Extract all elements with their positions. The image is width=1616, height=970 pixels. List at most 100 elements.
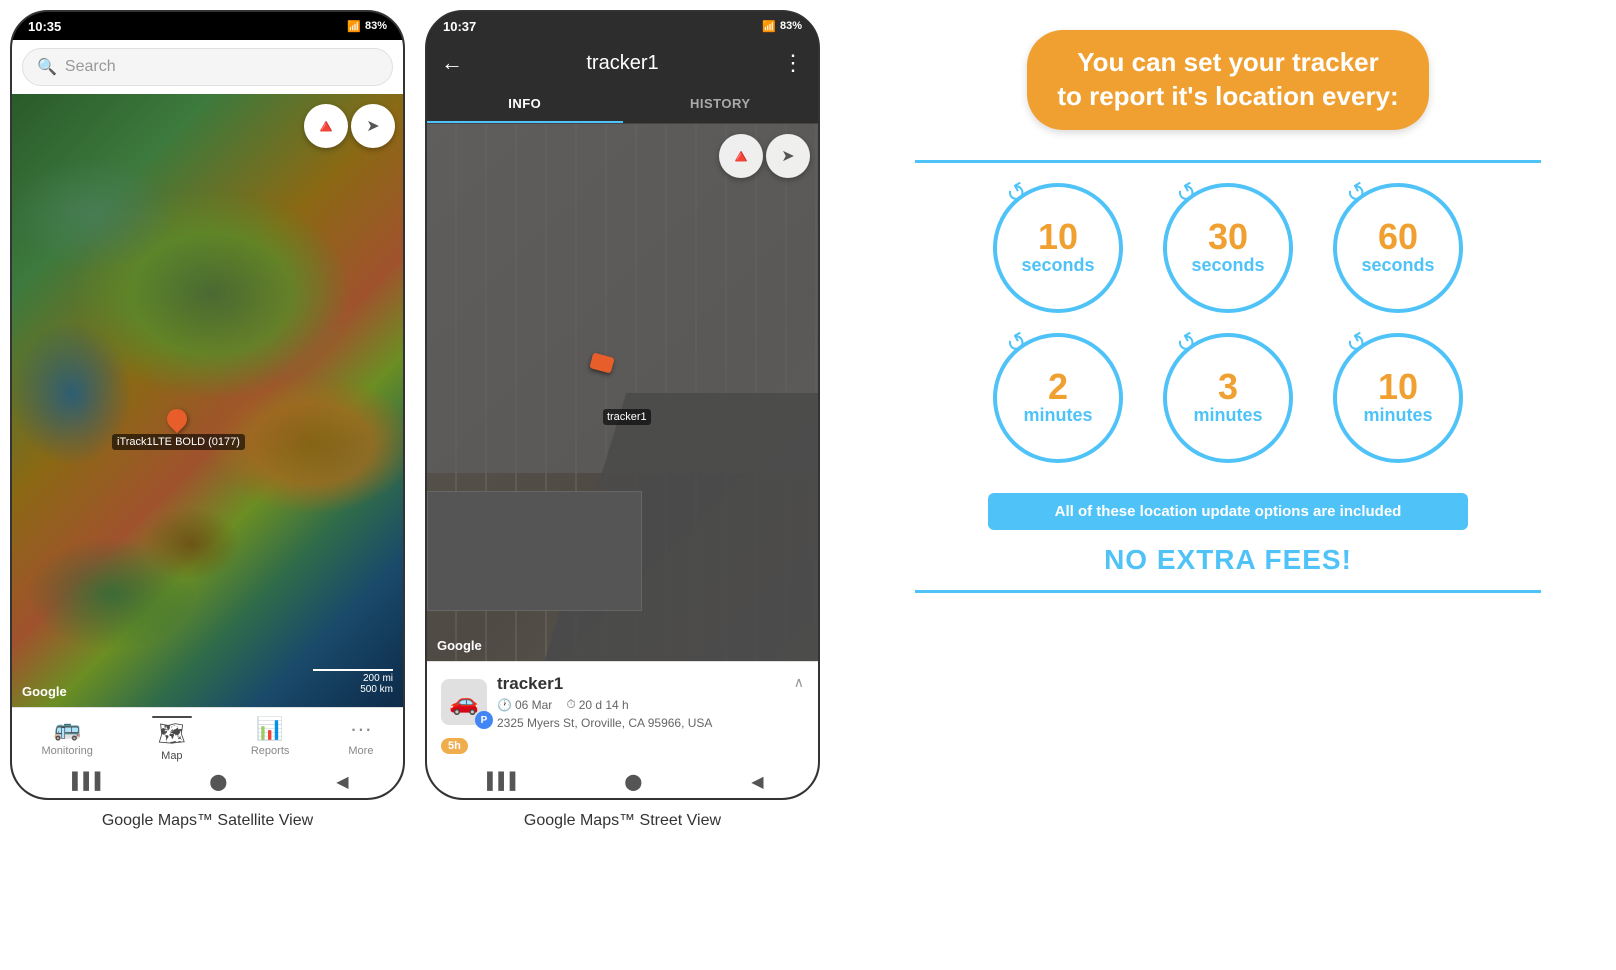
satellite-map[interactable]: 🔺 ➤ iTrack1LTE BOLD (0177) Google 200 mi… [12,94,403,707]
search-input-box[interactable]: 🔍 Search [22,48,393,86]
meta-duration: ⏱ 20 d 14 h [566,697,628,712]
unit-3m: minutes [1193,405,1262,427]
compass-button[interactable]: 🔺 [304,104,348,148]
top-blue-line [915,160,1541,163]
sys-back[interactable]: ▐▐▐ [66,773,100,791]
tracker-pin [163,405,191,433]
tracker-text-info: tracker1 🕐 06 Mar ⏱ 20 d 14 h 2325 My [497,674,712,730]
nav-monitoring[interactable]: 🚌 Monitoring [42,716,93,762]
date-value: 06 Mar [515,698,552,712]
left-status-bar: 10:35 📶 83% [12,12,403,40]
google-logo-left: Google [22,684,67,699]
duration-value: 20 d 14 h [579,698,629,712]
arrow-10s: ↺ [1001,176,1033,211]
tracker-label-on-map: tracker1 [603,409,651,425]
sys-recent-r[interactable]: ◀ [751,772,763,792]
nav-more[interactable]: ··· More [348,716,373,762]
compass-icon-2: 🔺 [729,144,754,169]
scale-line [313,669,393,671]
tracker-app-title: tracker1 [586,52,658,75]
nav-map-label: Map [161,750,182,762]
scale-bar: 200 mi 500 km [313,669,393,695]
interval-10m: ↺ 10 minutes [1333,333,1463,463]
tracker-info-left: 🚗 P tracker1 🕐 06 Mar ⏱ 20 d 1 [441,674,712,730]
car-icon: 🚗 [449,688,479,717]
compass-button-2[interactable]: 🔺 [719,134,763,178]
scale-text1: 200 mi [313,673,393,684]
interval-3m: ↺ 3 minutes [1163,333,1293,463]
tracker-address: 2325 Myers St, Oroville, CA 95966, USA [497,716,712,730]
left-phone-container: 10:35 📶 83% 🔍 Search 🔺 ➤ iTrack1LTE BOLD… [10,10,405,830]
navigate-icon: ➤ [366,116,379,136]
arrow-2m: ↺ [1001,326,1033,361]
num-2m: 2 [1048,369,1068,405]
right-battery: 83% [780,20,802,32]
right-caption: Google Maps™ Street View [524,812,721,830]
right-phone-frame: 10:37 📶 83% ← tracker1 ⋮ INFO HISTORY 🔺 [425,10,820,800]
left-phone-frame: 10:35 📶 83% 🔍 Search 🔺 ➤ iTrack1LTE BOLD… [10,10,405,800]
sys-recent[interactable]: ◀ [336,772,348,792]
info-panel: You can set your trackerto report it's l… [840,0,1616,623]
num-10m: 10 [1378,369,1418,405]
search-bar[interactable]: 🔍 Search [12,40,403,94]
tracker-map-label: iTrack1LTE BOLD (0177) [112,434,245,450]
tab-info[interactable]: INFO [427,86,623,123]
reports-icon: 📊 [256,716,283,742]
arrow-10m: ↺ [1341,326,1373,361]
sys-home[interactable]: ⬤ [209,772,227,792]
nav-map[interactable]: 🗺 Map [152,716,192,762]
monitoring-icon: 🚌 [53,716,80,742]
no-fees-text: NO EXTRA FEES! [1104,544,1352,576]
right-signal-icon: 📶 [762,20,776,33]
intervals-grid: ↺ 10 seconds ↺ 30 seconds ↺ 60 seconds ↺… [988,183,1468,463]
left-status-icons: 📶 83% [347,20,387,33]
sys-back-r[interactable]: ▐▐▐ [481,773,515,791]
google-logo-right: Google [437,638,482,653]
unit-10m: minutes [1363,405,1432,427]
left-signal-icon: 📶 [347,20,361,33]
arrow-60s: ↺ [1341,176,1373,211]
num-30s: 30 [1208,219,1248,255]
search-placeholder: Search [65,58,116,76]
expand-arrow[interactable]: ∧ [794,674,804,691]
building-area [427,491,642,611]
map-icon: 🗺 [158,721,186,747]
bottom-nav: 🚌 Monitoring 🗺 Map 📊 Reports ··· More [12,707,403,766]
unit-10s: seconds [1021,255,1094,277]
headline-banner: You can set your trackerto report it's l… [1027,30,1428,130]
interval-10s: ↺ 10 seconds [993,183,1123,313]
active-indicator [152,716,192,718]
right-time: 10:37 [443,19,476,34]
scale-text2: 500 km [313,684,393,695]
left-time: 10:35 [28,19,61,34]
tracker-info-top: 🚗 P tracker1 🕐 06 Mar ⏱ 20 d 1 [441,674,804,730]
tracker-avatar: 🚗 P [441,679,487,725]
arrow-3m: ↺ [1171,326,1203,361]
num-60s: 60 [1378,219,1418,255]
parking-badge: P [475,711,493,729]
system-nav-right: ▐▐▐ ⬤ ◀ [427,766,818,798]
menu-dots-button[interactable]: ⋮ [782,50,804,76]
back-button[interactable]: ← [441,50,463,76]
tracker-meta: 🕐 06 Mar ⏱ 20 d 14 h [497,697,712,712]
tracker-name-label: tracker1 [497,674,712,694]
aerial-map[interactable]: 🔺 ➤ tracker1 Google [427,124,818,661]
search-icon: 🔍 [37,57,57,77]
nav-reports[interactable]: 📊 Reports [251,716,290,762]
nav-reports-label: Reports [251,745,290,757]
clock-icon: 🕐 [497,698,512,712]
interval-60s: ↺ 60 seconds [1333,183,1463,313]
sys-home-r[interactable]: ⬤ [624,772,642,792]
navigate-button[interactable]: ➤ [351,104,395,148]
navigate-button-2[interactable]: ➤ [766,134,810,178]
left-battery: 83% [365,20,387,32]
bottom-blue-line [915,590,1541,593]
more-icon: ··· [350,716,372,742]
nav-monitoring-label: Monitoring [42,745,93,757]
tab-history[interactable]: HISTORY [623,86,819,123]
unit-60s: seconds [1361,255,1434,277]
arrow-30s: ↺ [1171,176,1203,211]
tracker-info-panel: 🚗 P tracker1 🕐 06 Mar ⏱ 20 d 1 [427,661,818,766]
system-nav-left: ▐▐▐ ⬤ ◀ [12,766,403,798]
timer-icon: ⏱ [566,697,575,712]
